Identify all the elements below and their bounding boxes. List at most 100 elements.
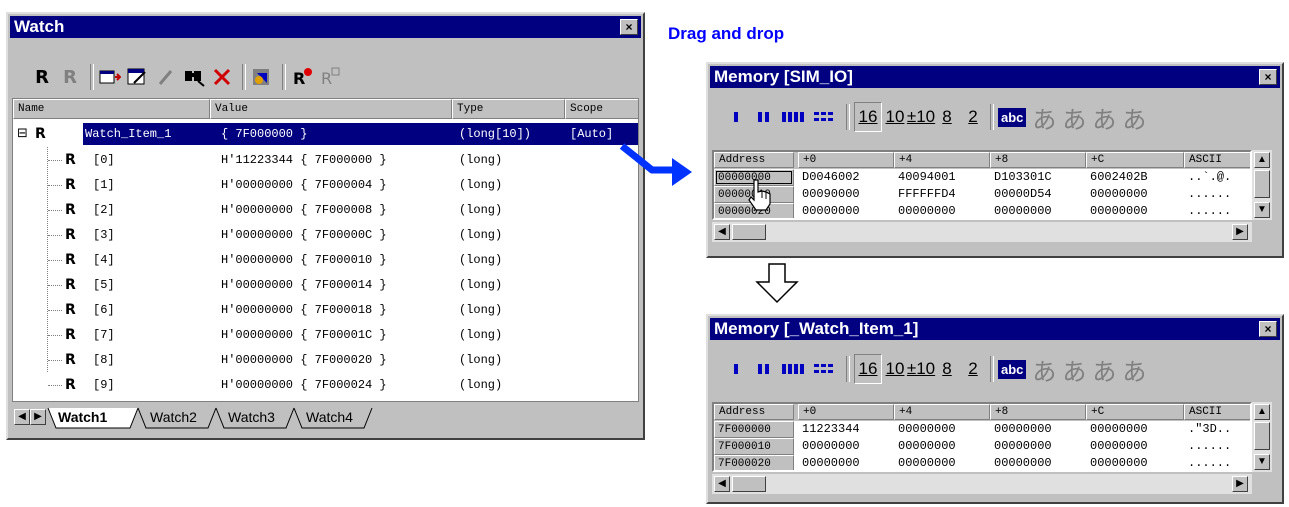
find-icon[interactable] [182, 65, 206, 89]
memory-column-header[interactable]: ASCII [1184, 152, 1250, 168]
scroll-thumb[interactable] [1254, 170, 1270, 198]
memory-value-cell[interactable]: 00000000 [802, 455, 860, 470]
signed-decimal-format-button[interactable]: ±10 [907, 355, 935, 383]
ascii-format-button[interactable]: abc [998, 359, 1027, 379]
japanese-format-button[interactable]: あ [1062, 352, 1086, 387]
column-header-scope[interactable]: Scope [565, 99, 638, 119]
memory-column-header[interactable]: +C [1086, 152, 1184, 168]
horizontal-scrollbar[interactable]: ◀ ▶ [712, 474, 1252, 494]
register-disabled-icon[interactable]: R [58, 65, 82, 89]
memory-title-bar[interactable]: Memory [SIM_IO] × [710, 66, 1280, 88]
tab-watch3[interactable]: Watch3 [228, 406, 275, 428]
memory-value-cell[interactable]: 00090000 [802, 186, 860, 203]
watch-child-row[interactable]: R [4] H'00000000 { 7F000010 } (long) [13, 247, 638, 273]
decimal-format-button[interactable]: 10 [882, 355, 908, 383]
memory-value-cell[interactable]: 00000000 [994, 455, 1052, 470]
memory-value-cell[interactable]: D0046002 [802, 169, 860, 186]
hex-format-button[interactable]: 16 [854, 102, 882, 132]
japanese-format-button[interactable]: あ [1032, 100, 1056, 135]
memory-value-cell[interactable]: ...... [1188, 455, 1231, 470]
memory-value-cell[interactable]: 00000000 [802, 438, 860, 455]
watch-child-row[interactable]: R [3] H'00000000 { 7F00000C } (long) [13, 222, 638, 248]
japanese-format-button[interactable]: あ [1122, 352, 1146, 387]
register-window-icon[interactable]: R [318, 65, 342, 89]
memory-column-header[interactable]: +0 [798, 404, 894, 420]
japanese-format-button[interactable]: あ [1092, 352, 1116, 387]
hex-format-button[interactable]: 16 [854, 354, 882, 384]
scroll-up-icon[interactable]: ▲ [1254, 152, 1270, 168]
memory-value-cell[interactable]: 00000000 [898, 438, 956, 455]
octal-format-button[interactable]: 8 [934, 355, 960, 383]
memory-column-header[interactable]: +4 [894, 152, 990, 168]
horizontal-scrollbar[interactable]: ◀ ▶ [712, 222, 1252, 242]
memory-value-cell[interactable]: ..`.@. [1188, 169, 1231, 186]
add-watch-icon[interactable] [98, 65, 122, 89]
edit-watch-icon[interactable] [126, 65, 150, 89]
memory-column-header[interactable]: +8 [990, 404, 1086, 420]
vertical-scrollbar[interactable]: ▲ ▼ [1252, 402, 1272, 472]
memory-value-cell[interactable]: 00000000 [898, 203, 956, 218]
memory-value-cell[interactable]: 40094001 [898, 169, 956, 186]
column-header-type[interactable]: Type [452, 99, 565, 119]
memory-value-cell[interactable]: 11223344 [802, 421, 860, 438]
scroll-left-icon[interactable]: ◀ [714, 476, 730, 492]
memory-value-cell[interactable]: 00000000 [994, 421, 1052, 438]
memory-value-cell[interactable]: 00000000 [1090, 421, 1148, 438]
memory-value-cell[interactable]: FFFFFFD4 [898, 186, 956, 203]
signed-decimal-format-button[interactable]: ±10 [907, 103, 935, 131]
register-icon[interactable]: R [30, 65, 54, 89]
byte-width-1-icon[interactable] [724, 357, 748, 381]
watch-child-row[interactable]: R [7] H'00000000 { 7F00001C } (long) [13, 322, 638, 348]
close-icon[interactable]: × [620, 19, 638, 35]
memory-column-header[interactable]: Address [714, 404, 794, 420]
pencil-icon[interactable] [154, 65, 178, 89]
tab-scroll-right-icon[interactable]: ▶ [30, 409, 46, 425]
memory-address-cell[interactable]: 7F000010 [714, 438, 794, 455]
memory-column-header[interactable]: +4 [894, 404, 990, 420]
memory-value-cell[interactable]: 00000000 [898, 455, 956, 470]
byte-width-4-icon[interactable] [780, 105, 808, 129]
column-header-value[interactable]: Value [210, 99, 452, 119]
byte-width-1-icon[interactable] [724, 105, 748, 129]
close-icon[interactable]: × [1259, 321, 1277, 337]
memory-address-cell[interactable]: 7F000020 [714, 455, 794, 470]
memory-value-cell[interactable]: D103301C [994, 169, 1052, 186]
watch-root-row[interactable]: ⊟ R Watch_Item_1 { 7F000000 } (long[10])… [13, 121, 638, 147]
byte-width-2-icon[interactable] [752, 105, 776, 129]
tab-watch2[interactable]: Watch2 [150, 406, 197, 428]
memory-column-header[interactable]: Address [714, 152, 794, 168]
memory-value-cell[interactable]: 00000000 [1090, 455, 1148, 470]
watch-child-row[interactable]: R [0] H'11223344 { 7F000000 } (long) [13, 147, 638, 173]
scroll-down-icon[interactable]: ▼ [1254, 454, 1270, 470]
binary-format-button[interactable]: 2 [960, 355, 986, 383]
scroll-thumb[interactable] [1254, 422, 1270, 450]
memory-value-cell[interactable]: 00000D54 [994, 186, 1052, 203]
memory-column-header[interactable]: ASCII [1184, 404, 1250, 420]
scroll-up-icon[interactable]: ▲ [1254, 404, 1270, 420]
decimal-format-button[interactable]: 10 [882, 103, 908, 131]
tab-scroll-left-icon[interactable]: ◀ [14, 409, 30, 425]
watch-child-row[interactable]: R [1] H'00000000 { 7F000004 } (long) [13, 172, 638, 198]
byte-width-8-icon[interactable] [812, 357, 838, 381]
japanese-format-button[interactable]: あ [1062, 100, 1086, 135]
collapse-icon[interactable]: ⊟ [17, 121, 28, 147]
watch-child-row[interactable]: R [9] H'00000000 { 7F000024 } (long) [13, 372, 638, 398]
byte-width-2-icon[interactable] [752, 357, 776, 381]
binary-format-button[interactable]: 2 [960, 103, 986, 131]
scroll-down-icon[interactable]: ▼ [1254, 202, 1270, 218]
scroll-right-icon[interactable]: ▶ [1232, 224, 1248, 240]
column-header-name[interactable]: Name [13, 99, 210, 119]
memory-value-cell[interactable]: ."3D.. [1188, 421, 1231, 438]
close-icon[interactable]: × [1259, 69, 1277, 85]
watch-title-bar[interactable]: Watch × [10, 16, 641, 38]
memory-value-cell[interactable]: 00000000 [1090, 186, 1148, 203]
memory-title-bar[interactable]: Memory [_Watch_Item_1] × [710, 318, 1280, 340]
japanese-format-button[interactable]: あ [1092, 100, 1116, 135]
memory-value-cell[interactable]: ...... [1188, 186, 1231, 203]
japanese-format-button[interactable]: あ [1032, 352, 1056, 387]
byte-width-8-icon[interactable] [812, 105, 838, 129]
register-breakpoint-icon[interactable]: R [290, 65, 314, 89]
memory-value-cell[interactable]: 00000000 [994, 438, 1052, 455]
memory-value-cell[interactable]: 6002402B [1090, 169, 1148, 186]
scroll-thumb[interactable] [732, 476, 766, 492]
